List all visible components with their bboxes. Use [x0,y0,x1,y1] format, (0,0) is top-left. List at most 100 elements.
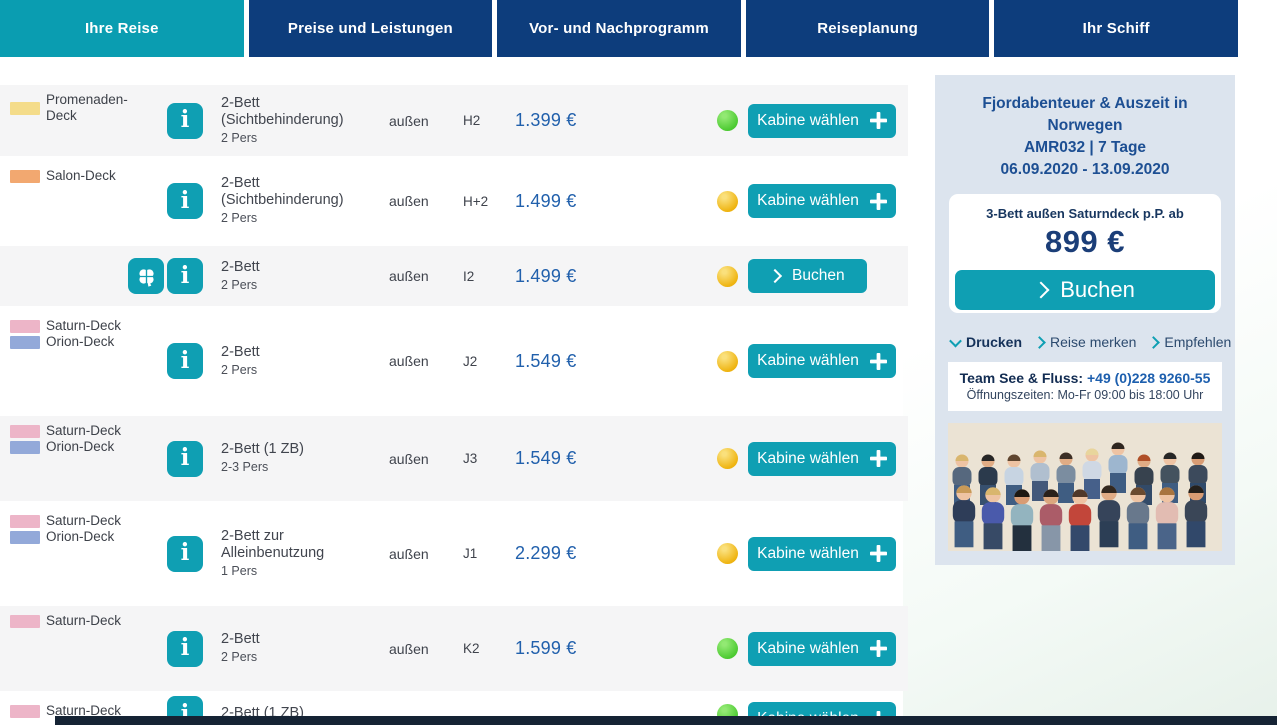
clover-icon [128,258,164,294]
tab-vor-und-nachprogramm[interactable]: Vor- und Nachprogramm [497,0,741,57]
deck-name: Saturn-Deck [46,318,121,334]
cabin-type: 2-Bett(Sichtbehinderung) [221,95,389,129]
availability-cell [706,351,748,372]
chevron-right-icon [768,269,782,283]
chevron-down-icon [949,334,962,347]
cabin-type: 2-Bett (1 ZB) [221,441,389,458]
action-cell: Kabine wählen [748,344,908,378]
buchen-button[interactable]: Buchen [748,259,867,293]
recommend-link-label: Empfehlen [1164,334,1231,350]
cabin-description: 2-Bett (1 ZB) 2-3 Pers [213,441,389,476]
action-cell: Buchen [748,259,908,293]
deck-color-swatch [10,170,40,183]
cabin-occupancy: 2-3 Pers [221,459,389,476]
action-cell: Kabine wählen [748,442,908,476]
info-icon-glyph: i [181,108,190,131]
info-icon[interactable]: i [167,441,203,477]
cabin-type: 2-Bett [221,344,389,361]
cabin-location: außen [389,451,457,467]
availability-cell [706,543,748,564]
info-icon[interactable]: i [167,258,203,294]
cabin-description: 2-Bett zurAlleinbenutzung 1 Pers [213,528,389,580]
availability-cell [706,266,748,287]
deck-name: Promenaden-Deck [46,92,128,124]
row-icons: i [125,258,213,294]
deck-color-swatch [10,705,40,718]
info-icon[interactable]: i [167,536,203,572]
button-label: Kabine wählen [757,352,859,370]
plus-icon [870,193,887,210]
cabin-category-code: H+2 [457,194,515,209]
tab-label: Reiseplanung [817,20,918,37]
cabin-row: Salon-Deck i 2-Bett(Sichtbehinderung) 2 … [0,161,908,241]
action-cell: Kabine wählen [748,104,908,138]
availability-indicator [717,110,738,131]
availability-cell [706,638,748,659]
kabine-waehlen-button[interactable]: Kabine wählen [748,442,896,476]
info-icon[interactable]: i [167,343,203,379]
cabin-occupancy: 2 Pers [221,277,389,294]
cabin-category-code: J1 [457,546,515,561]
deck-label: Orion-Deck [10,529,125,545]
deck-color-swatch [10,336,40,349]
cabin-occupancy: 2 Pers [221,130,389,147]
row-icons: i [125,441,213,477]
availability-cell [706,448,748,469]
plus-icon [870,640,887,657]
bottom-dark-band [55,716,1277,725]
deck-label: Salon-Deck [10,168,125,184]
kabine-waehlen-button[interactable]: Kabine wählen [748,344,896,378]
cabin-type: 2-Bett [221,631,389,648]
deck-list: Saturn-Deck [0,606,125,629]
deck-label: Orion-Deck [10,334,125,350]
info-icon-glyph: i [181,446,190,469]
kabine-waehlen-button[interactable]: Kabine wählen [748,537,896,571]
price-box: 3-Bett außen Saturndeck p.P. ab 899 € Bu… [949,194,1221,313]
availability-cell [706,191,748,212]
tab-label: Ihr Schiff [1083,20,1150,37]
deck-color-swatch [10,515,40,528]
info-icon[interactable]: i [167,631,203,667]
plus-icon [870,450,887,467]
row-icons: i [125,183,213,219]
contact-team-label: Team See & Fluss: [960,370,1083,386]
buchen-main-button[interactable]: Buchen [955,270,1215,310]
price-box-price: 899 € [952,224,1218,260]
print-link[interactable]: Drucken [951,334,1022,350]
team-photo [948,423,1222,551]
cabin-category-code: H2 [457,113,515,128]
deck-color-swatch [10,425,40,438]
card-links: Drucken Reise merken Empfehlen [951,334,1227,350]
recommend-link[interactable]: Empfehlen [1149,334,1231,350]
kabine-waehlen-button[interactable]: Kabine wählen [748,104,896,138]
cabin-type: 2-Bett [221,259,389,276]
plus-icon [870,353,887,370]
deck-color-swatch [10,615,40,628]
tab-preise-und-leistungen[interactable]: Preise und Leistungen [249,0,493,57]
cabin-row: i 2-Bett 2 Pers außen I2 1.499 € Buchen [0,246,908,306]
buchen-main-label: Buchen [1060,277,1135,303]
cabin-location: außen [389,546,457,562]
deck-color-swatch [10,102,40,115]
chevron-right-icon [1033,336,1046,349]
cabin-category-code: J3 [457,451,515,466]
cabin-location: außen [389,641,457,657]
save-trip-link[interactable]: Reise merken [1035,334,1136,350]
deck-list: Saturn-DeckOrion-Deck [0,506,125,545]
kabine-waehlen-button[interactable]: Kabine wählen [748,632,896,666]
info-icon-glyph: i [181,189,190,212]
trip-title: Fjordabenteuer & Auszeit in Norwegen AMR… [945,93,1225,181]
row-icons: i [125,103,213,139]
tab-ihre-reise[interactable]: Ihre Reise [0,0,244,57]
info-icon[interactable]: i [167,103,203,139]
tab-label: Preise und Leistungen [288,20,453,37]
availability-indicator [717,638,738,659]
cabin-row: Promenaden-Deck i 2-Bett(Sichtbehinderun… [0,85,908,156]
tab-ihr-schiff[interactable]: Ihr Schiff [994,0,1238,57]
deck-name: Saturn-Deck [46,613,121,629]
info-icon[interactable]: i [167,183,203,219]
tab-reiseplanung[interactable]: Reiseplanung [746,0,990,57]
kabine-waehlen-button[interactable]: Kabine wählen [748,184,896,218]
action-cell: Kabine wählen [748,537,908,571]
button-label: Kabine wählen [757,640,859,658]
